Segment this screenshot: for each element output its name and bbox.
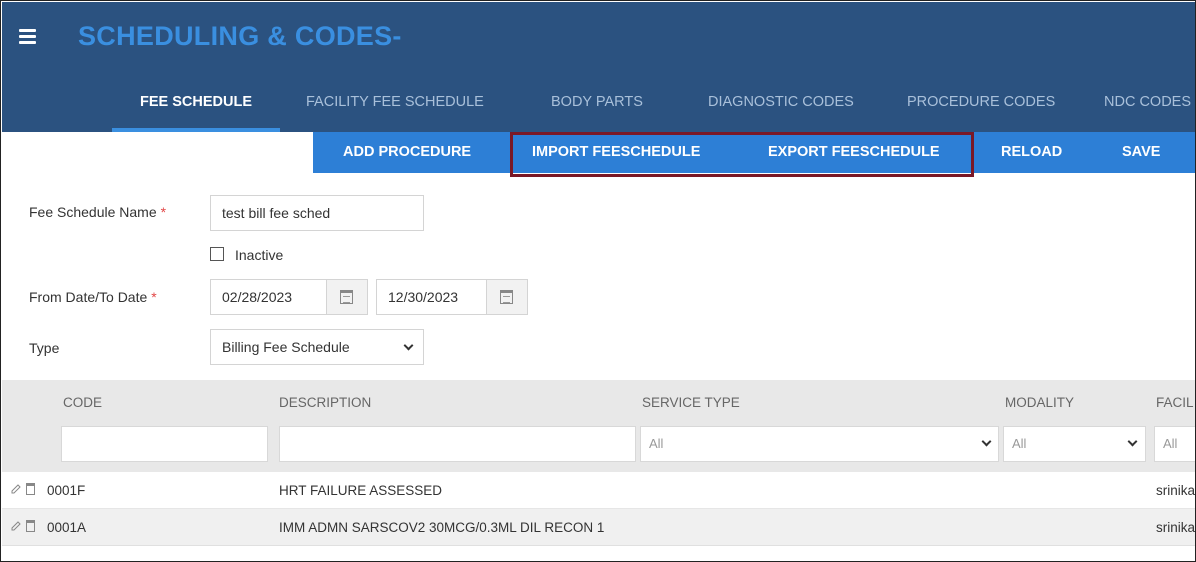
type-label: Type: [29, 340, 60, 356]
tab-diagnostic-codes[interactable]: DIAGNOSTIC CODES: [708, 80, 854, 132]
from-date-calendar-button[interactable]: [327, 279, 368, 315]
column-header-code[interactable]: CODE: [63, 395, 102, 410]
reload-button[interactable]: RELOAD: [1001, 132, 1062, 173]
row-facility: srinika: [1156, 520, 1196, 535]
edit-pencil-icon[interactable]: [11, 484, 21, 494]
calendar-icon: [500, 290, 513, 304]
app-window: SCHEDULING & CODES- FEE SCHEDULE FACILIT…: [0, 0, 1196, 562]
export-feeschedule-button[interactable]: EXPORT FEESCHEDULE: [768, 132, 940, 173]
delete-trash-icon[interactable]: [26, 483, 35, 495]
fee-schedule-grid: CODE DESCRIPTION SERVICE TYPE MODALITY F…: [2, 380, 1196, 561]
action-toolbar: ADD PROCEDURE IMPORT FEESCHEDULE EXPORT …: [313, 132, 1195, 173]
delete-trash-icon[interactable]: [26, 520, 35, 532]
table-row[interactable]: 0001A IMM ADMN SARSCOV2 30MCG/0.3ML DIL …: [2, 509, 1196, 546]
fee-schedule-name-label: Fee Schedule Name *: [29, 204, 167, 220]
code-filter-input[interactable]: [61, 426, 268, 462]
to-date-calendar-button[interactable]: [487, 279, 528, 315]
row-code: 0001F: [47, 483, 86, 498]
calendar-icon: [340, 290, 353, 304]
row-code: 0001A: [47, 520, 87, 535]
add-procedure-button[interactable]: ADD PROCEDURE: [343, 132, 471, 173]
row-facility: srinika: [1156, 483, 1196, 498]
tab-bar: FEE SCHEDULE FACILITY FEE SCHEDULE BODY …: [2, 80, 1195, 132]
tab-ndc-codes[interactable]: NDC CODES: [1104, 80, 1191, 132]
top-header: SCHEDULING & CODES-: [2, 2, 1195, 80]
import-feeschedule-button[interactable]: IMPORT FEESCHEDULE: [532, 132, 700, 173]
type-select-value: Billing Fee Schedule: [222, 339, 350, 355]
fee-schedule-name-input[interactable]: [210, 195, 424, 231]
tab-procedure-codes[interactable]: PROCEDURE CODES: [907, 80, 1055, 132]
inactive-label: Inactive: [235, 247, 284, 263]
date-range-label: From Date/To Date *: [29, 289, 157, 305]
hamburger-menu-icon[interactable]: [19, 29, 36, 44]
required-mark: *: [160, 204, 167, 220]
chevron-down-icon: [403, 340, 414, 351]
grid-header: CODE DESCRIPTION SERVICE TYPE MODALITY F…: [2, 380, 1195, 472]
service-type-filter-select[interactable]: All: [640, 426, 999, 462]
from-date-input[interactable]: [210, 279, 327, 315]
inactive-checkbox[interactable]: [210, 247, 224, 261]
column-header-modality[interactable]: MODALITY: [1005, 395, 1074, 410]
row-description: IMM ADMN SARSCOV2 30MCG/0.3ML DIL RECON …: [279, 520, 605, 535]
app-title: SCHEDULING & CODES-: [78, 21, 402, 51]
tab-fee-schedule[interactable]: FEE SCHEDULE: [112, 80, 280, 132]
facility-filter-select[interactable]: All: [1154, 426, 1195, 462]
column-header-service-type[interactable]: SERVICE TYPE: [642, 395, 740, 410]
tab-facility-fee-schedule[interactable]: FACILITY FEE SCHEDULE: [306, 80, 484, 132]
column-header-description[interactable]: DESCRIPTION: [279, 395, 371, 410]
column-header-facility[interactable]: FACIL: [1156, 395, 1194, 410]
table-row[interactable]: 0001F HRT FAILURE ASSESSED srinika: [2, 472, 1196, 509]
required-mark: *: [151, 289, 157, 305]
description-filter-input[interactable]: [279, 426, 636, 462]
chevron-down-icon: [1127, 436, 1138, 447]
chevron-down-icon: [981, 436, 992, 447]
save-button[interactable]: SAVE: [1122, 132, 1160, 173]
to-date-input[interactable]: [376, 279, 487, 315]
modality-filter-select[interactable]: All: [1003, 426, 1146, 462]
type-select[interactable]: Billing Fee Schedule: [210, 329, 424, 365]
edit-pencil-icon[interactable]: [11, 521, 21, 531]
row-description: HRT FAILURE ASSESSED: [279, 483, 443, 498]
tab-body-parts[interactable]: BODY PARTS: [551, 80, 643, 132]
